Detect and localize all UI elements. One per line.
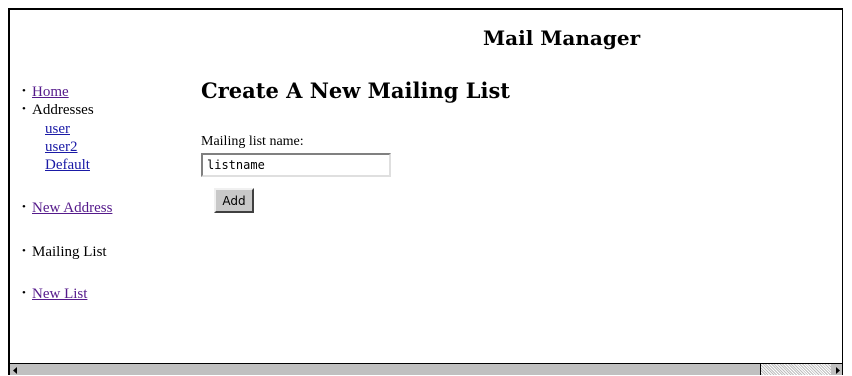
nav-link-home[interactable]: Home [32, 84, 69, 100]
address-item-user: user [45, 120, 70, 138]
nav-mailing-list: • Mailing List [22, 242, 107, 261]
page-heading: Create A New Mailing List [201, 78, 510, 103]
scrollbar-thumb[interactable] [22, 364, 761, 375]
mailing-list-name-label: Mailing list name: [201, 134, 304, 149]
nav-addresses: • Addresses [22, 100, 94, 119]
nav-label-addresses: Addresses [32, 102, 94, 118]
nav-new-address: • New Address [22, 198, 112, 217]
nav-link-new-address[interactable]: New Address [32, 200, 112, 216]
address-item-default: Default [45, 156, 90, 174]
scrollbar-track[interactable] [761, 364, 831, 375]
arrow-left-icon[interactable] [10, 364, 22, 375]
address-link-user2[interactable]: user2 [45, 139, 78, 155]
bullet-icon: • [22, 85, 26, 97]
address-link-user[interactable]: user [45, 121, 70, 137]
add-button[interactable]: Add [214, 188, 254, 213]
nav-link-new-list[interactable]: New List [32, 286, 87, 302]
mailing-list-name-input[interactable] [201, 153, 391, 177]
arrow-right-icon[interactable] [831, 364, 842, 375]
bullet-icon: • [22, 245, 26, 257]
app-title: Mail Manager [483, 26, 641, 50]
bullet-icon: • [22, 103, 26, 115]
address-link-default[interactable]: Default [45, 157, 90, 173]
bullet-icon: • [22, 287, 26, 299]
bullet-icon: • [22, 201, 26, 213]
nav-label-mailing-list: Mailing List [32, 244, 107, 260]
address-item-user2: user2 [45, 138, 78, 156]
horizontal-scrollbar[interactable] [10, 363, 842, 375]
browser-viewport: Mail Manager • Home • Addresses user user2… [8, 8, 843, 375]
nav-new-list: • New List [22, 284, 87, 303]
nav-home: • Home [22, 82, 69, 101]
